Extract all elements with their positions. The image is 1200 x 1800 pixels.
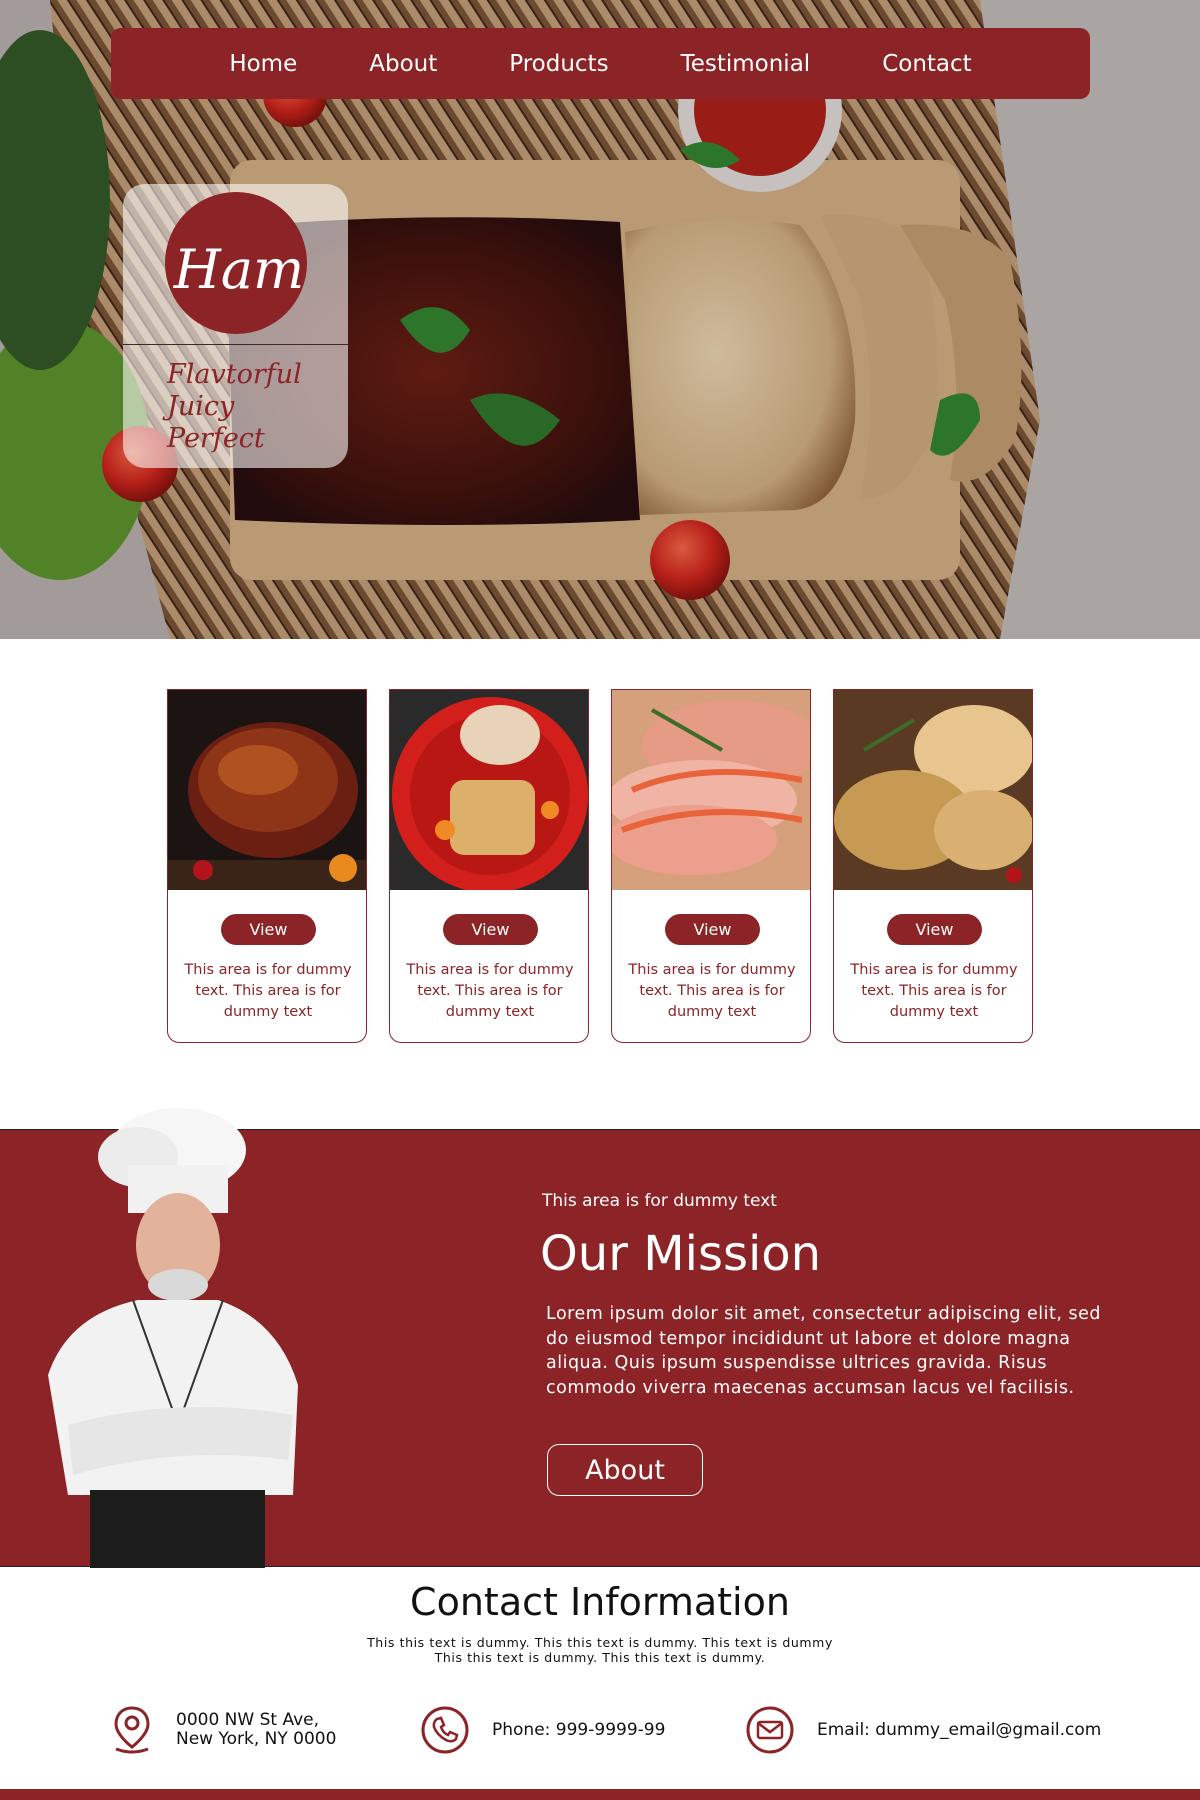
contact-email: Email: dummy_email@gmail.com <box>745 1705 1101 1755</box>
brand-card: Ham Flavtorful Juicy Perfect <box>123 184 348 468</box>
address-line-2: New York, NY 0000 <box>176 1729 337 1749</box>
product-card: View This area is for dummy text. This a… <box>167 689 367 1043</box>
contact-title: Contact Information <box>410 1580 790 1624</box>
tagline-line-2: Juicy <box>167 391 235 422</box>
mission-kicker: This area is for dummy text <box>542 1191 777 1211</box>
products-section: View This area is for dummy text. This a… <box>0 639 1200 1129</box>
product-image-sliced-ham <box>612 690 810 890</box>
card-description: This area is for dummy text. This area i… <box>406 962 574 1020</box>
phone-text[interactable]: Phone: 999-9999-99 <box>492 1720 665 1740</box>
contact-subtitle-line-1: This this text is dummy. This this text … <box>367 1635 833 1650</box>
email-text[interactable]: Email: dummy_email@gmail.com <box>817 1720 1101 1740</box>
address-text: 0000 NW St Ave, New York, NY 0000 <box>176 1711 336 1749</box>
phone-icon <box>421 1706 469 1754</box>
mail-icon <box>746 1706 794 1754</box>
card-description: This area is for dummy text. This area i… <box>850 962 1018 1020</box>
nav-products-link[interactable]: Products <box>473 51 644 77</box>
contact-section: Contact Information This this text is du… <box>0 1567 1200 1800</box>
view-button[interactable]: View <box>443 914 538 945</box>
view-button[interactable]: View <box>665 914 760 945</box>
contact-subtitle-line-2: This this text is dummy. This this text … <box>434 1650 766 1665</box>
about-button[interactable]: About <box>547 1444 703 1496</box>
card-description: This area is for dummy text. This area i… <box>184 962 352 1020</box>
location-pin-icon <box>114 1706 150 1754</box>
tagline-line-3: Perfect <box>167 423 265 454</box>
nav-home-link[interactable]: Home <box>193 51 333 77</box>
nav-about-link[interactable]: About <box>333 51 473 77</box>
product-image-roast-plate <box>390 690 588 890</box>
main-nav: Home About Products Testimonial Contact <box>111 28 1090 99</box>
footer-bar <box>0 1789 1200 1800</box>
nav-testimonial-link[interactable]: Testimonial <box>645 51 847 77</box>
view-button[interactable]: View <box>887 914 982 945</box>
brand-divider <box>123 344 348 345</box>
product-card: View This area is for dummy text. This a… <box>833 689 1033 1043</box>
product-image-sliced-roast <box>834 690 1032 890</box>
svg-text:Ham: Ham <box>173 238 305 301</box>
product-image-glazed-ham <box>168 690 366 890</box>
ham-logo-mark: Ham <box>173 238 305 301</box>
contact-phone: Phone: 999-9999-99 <box>420 1705 665 1755</box>
product-card: View This area is for dummy text. This a… <box>389 689 589 1043</box>
tagline-line-1: Flavtorful <box>167 359 302 390</box>
mission-section: This area is for dummy text Our Mission … <box>0 1108 1200 1568</box>
address-line-1: 0000 NW St Ave, <box>176 1710 320 1730</box>
nav-contact-link[interactable]: Contact <box>846 51 1007 77</box>
brand-logo: Ham <box>165 192 307 334</box>
chef-image <box>48 1108 298 1568</box>
brand-tagline: Flavtorful Juicy Perfect <box>167 359 342 455</box>
contact-address: 0000 NW St Ave, New York, NY 0000 <box>110 1705 336 1755</box>
mission-title: Our Mission <box>540 1226 822 1282</box>
mission-body: Lorem ipsum dolor sit amet, consectetur … <box>546 1304 1101 1398</box>
hero-section: Home About Products Testimonial Contact … <box>0 0 1200 639</box>
view-button[interactable]: View <box>221 914 316 945</box>
product-card: View This area is for dummy text. This a… <box>611 689 811 1043</box>
card-description: This area is for dummy text. This area i… <box>628 962 796 1020</box>
contact-subtitle: This this text is dummy. This this text … <box>340 1635 860 1665</box>
